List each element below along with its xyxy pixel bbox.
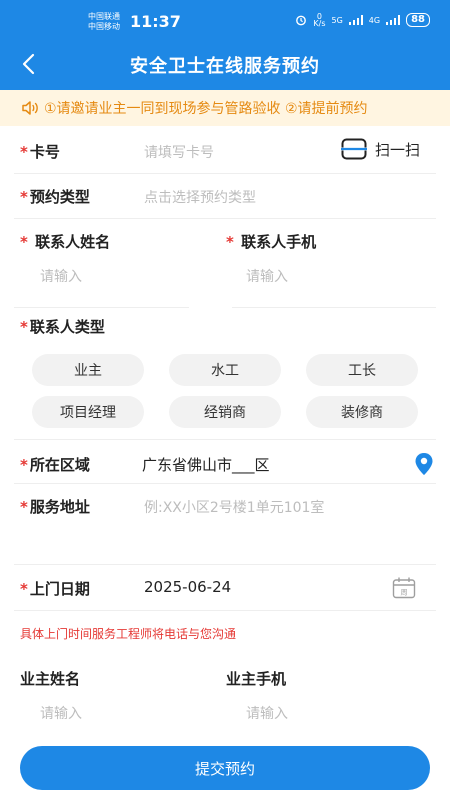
address-input[interactable]: 例:XX小区2号楼1单元101室	[144, 497, 324, 517]
calendar-icon[interactable]: 周	[392, 577, 416, 599]
contact-type-foreman[interactable]: 工长	[306, 354, 418, 386]
visit-date-label: * 上门日期	[20, 580, 90, 598]
contact-name-label: * 联系人姓名	[20, 233, 111, 251]
owner-name-input[interactable]: 请输入	[40, 703, 82, 723]
area-value[interactable]: 广东省佛山市___区	[142, 454, 270, 475]
page-title: 安全卫士在线服务预约	[130, 56, 320, 77]
system-icons: 0 K/s 5G 4G 88	[295, 12, 430, 28]
contact-phone-divider	[232, 307, 436, 308]
area-label: * 所在区域	[20, 456, 90, 474]
address-label: * 服务地址	[20, 498, 90, 516]
contact-type-label: * 联系人类型	[20, 318, 105, 336]
submit-button[interactable]: 提交预约	[20, 746, 430, 790]
calendar-glyph: 周	[401, 589, 408, 597]
contact-type-project-manager[interactable]: 项目经理	[32, 396, 144, 428]
location-pin-icon[interactable]	[414, 452, 434, 476]
card-number-input[interactable]: 请填写卡号	[144, 142, 214, 162]
owner-name-label: 业主姓名	[20, 670, 81, 688]
signal-icon-2	[386, 15, 401, 25]
network-4g: 4G	[368, 15, 381, 25]
booking-type-label: * 预约类型	[20, 188, 90, 206]
signal-icon	[348, 15, 363, 25]
contact-type-decorator[interactable]: 装修商	[306, 396, 418, 428]
scan-icon	[340, 138, 367, 160]
network-5g: 5G	[331, 15, 343, 25]
contact-type-dealer[interactable]: 经销商	[169, 396, 281, 428]
visit-date-value[interactable]: 2025-06-24	[144, 578, 231, 596]
carrier-2: 中国移动	[88, 22, 120, 31]
app-header: 中国联通 中国移动 11:37 0 K/s 5G 4G 88 安全卫士在线服务预…	[0, 0, 450, 90]
contact-phone-label: * 联系人手机	[226, 233, 317, 251]
owner-phone-input[interactable]: 请输入	[246, 703, 288, 723]
booking-type-select[interactable]: 点击选择预约类型	[144, 187, 256, 207]
contact-type-owner[interactable]: 业主	[32, 354, 144, 386]
address-row: * 服务地址 例:XX小区2号楼1单元101室	[14, 484, 436, 565]
card-number-row: * 卡号 请填写卡号 扫一扫	[14, 128, 436, 174]
owner-phone-label: 业主手机	[226, 670, 287, 688]
scan-label: 扫一扫	[374, 140, 420, 159]
card-number-label: * 卡号	[20, 143, 60, 161]
contact-type-plumber[interactable]: 水工	[169, 354, 281, 386]
contact-phone-input[interactable]: 请输入	[246, 266, 288, 286]
carrier-1: 中国联通	[88, 12, 120, 21]
scan-button[interactable]: 扫一扫	[340, 138, 420, 160]
contact-name-divider	[14, 307, 189, 308]
notice-bar: ①请邀请业主一同到现场参与管路验收 ②请提前预约	[0, 90, 450, 126]
booking-type-row[interactable]: * 预约类型 点击选择预约类型	[14, 174, 436, 219]
contact-name-input[interactable]: 请输入	[40, 266, 82, 286]
net-speed: 0 K/s	[313, 12, 326, 28]
battery-icon: 88	[406, 13, 430, 27]
status-time: 11:37	[130, 12, 181, 31]
alarm-icon	[296, 15, 307, 26]
carrier-info: 中国联通 中国移动	[88, 12, 120, 32]
speaker-icon	[22, 101, 38, 115]
visit-date-row[interactable]: * 上门日期 2025-06-24 周	[14, 565, 436, 611]
visit-time-tip: 具体上门时间服务工程师将电话与您沟通	[20, 627, 237, 641]
area-row[interactable]: * 所在区域 广东省佛山市___区	[14, 440, 436, 484]
status-bar: 中国联通 中国移动 11:37 0 K/s 5G 4G 88	[0, 8, 450, 38]
notice-text: ①请邀请业主一同到现场参与管路验收 ②请提前预约	[44, 101, 368, 117]
